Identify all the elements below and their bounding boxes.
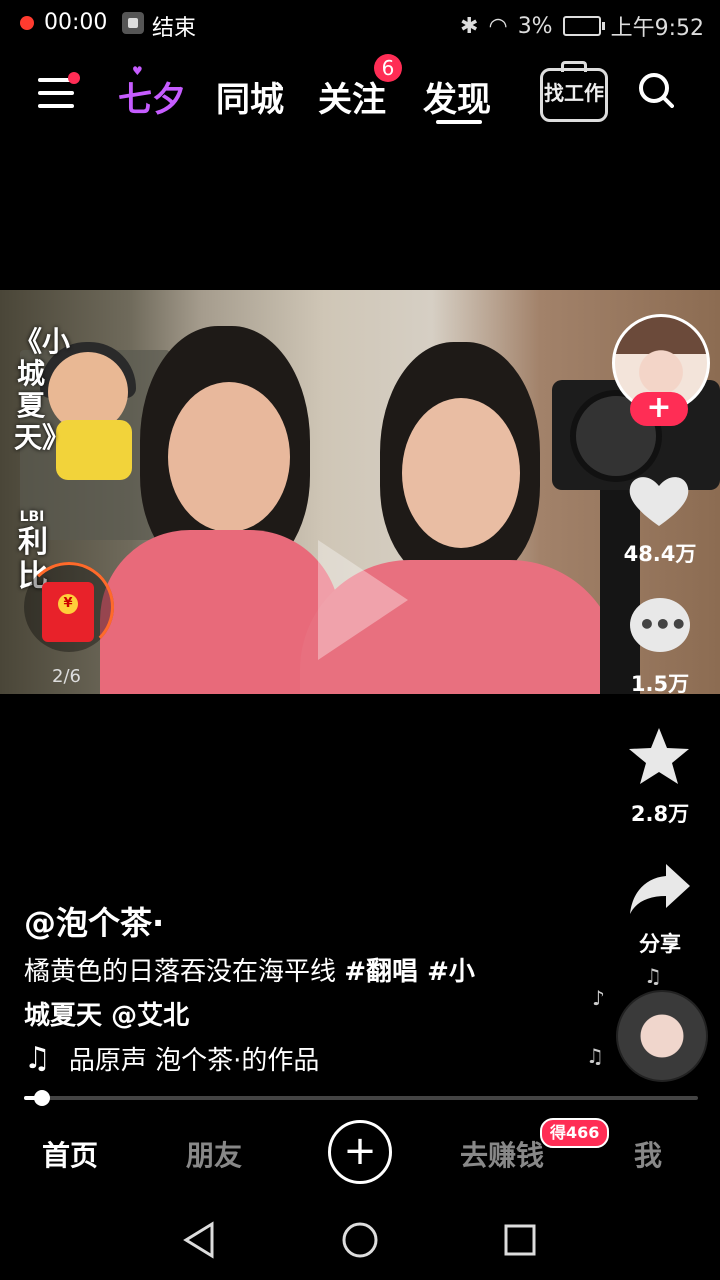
back-icon[interactable]: [183, 1221, 214, 1259]
tab-friends[interactable]: 朋友: [186, 1134, 242, 1174]
hashtag-xiaocheng-cont[interactable]: 城夏天: [24, 1001, 102, 1031]
music-disc[interactable]: [616, 990, 708, 1082]
video-player[interactable]: 《小城夏天》 LBI 利比 ¥ 2/6: [0, 290, 720, 694]
music-title: 品原声 泡个茶·的作品: [68, 1046, 320, 1076]
favorite-star-icon[interactable]: [626, 726, 692, 786]
play-icon[interactable]: [318, 540, 408, 660]
progress-track[interactable]: [24, 1096, 698, 1100]
tab-guanzhu[interactable]: 关注: [318, 72, 386, 121]
record-time: 00:00: [44, 10, 108, 35]
person-left-face: [168, 382, 290, 532]
find-job-icon[interactable]: 找工作: [540, 61, 608, 122]
recording-dot-icon: [20, 16, 34, 30]
author-name[interactable]: @泡个茶·: [24, 898, 164, 944]
wifi-icon: ◠: [488, 13, 508, 39]
create-button[interactable]: +: [328, 1120, 392, 1184]
menu-notification-dot: [68, 72, 80, 84]
battery-icon: [562, 16, 605, 36]
stop-recording-icon[interactable]: [122, 12, 144, 34]
favorite-count: 2.8万: [630, 802, 690, 826]
tab-qixi[interactable]: 七夕: [118, 72, 186, 121]
tab-home[interactable]: 首页: [42, 1134, 98, 1174]
comment-dots-icon: •••: [638, 608, 688, 641]
clock: 上午9:52: [610, 16, 704, 41]
mention-aibei[interactable]: @艾北: [102, 1001, 189, 1031]
status-bar: 00:00 结束 ✱ ◠ 3% 上午9:52: [0, 0, 720, 48]
comment-count: 1.5万: [630, 672, 690, 696]
hashtag-fanchang[interactable]: #翻唱: [344, 957, 418, 987]
battery-percent: 3%: [517, 13, 553, 39]
song-credit-small: LBI: [19, 509, 45, 525]
music-row[interactable]: ♫ 品原声 泡个茶·的作品: [24, 1040, 319, 1077]
bluetooth-icon: ✱: [460, 13, 479, 39]
following-badge: 6: [374, 54, 402, 82]
stop-recording-label[interactable]: 结束: [152, 10, 196, 42]
tab-me[interactable]: 我: [634, 1134, 662, 1174]
home-icon[interactable]: [342, 1222, 378, 1258]
tab-faxian[interactable]: 发现: [423, 72, 491, 121]
tab-earn[interactable]: 去赚钱: [460, 1134, 544, 1174]
video-caption: 橘黄色的日落吞没在海平线 #翻唱 #小城夏天 @艾北: [24, 950, 544, 1038]
top-nav: ♥ 七夕 同城 关注 6 发现 找工作: [0, 54, 720, 130]
active-tab-indicator: [436, 120, 482, 124]
like-count: 48.4万: [623, 542, 697, 566]
music-note-icon: ♪: [592, 986, 605, 1010]
song-title-vertical: 《小城夏天》: [14, 325, 71, 454]
share-arrow-icon[interactable]: [626, 860, 692, 920]
status-icons: ✱ ◠ 3% 上午9:52: [460, 10, 704, 42]
progress-knob[interactable]: [34, 1090, 50, 1106]
person-right-face: [402, 398, 520, 548]
music-note-icon: ♫: [24, 1041, 51, 1076]
music-note-icon: ♫: [586, 1044, 604, 1068]
search-icon[interactable]: [638, 72, 674, 108]
tab-tongcheng[interactable]: 同城: [216, 72, 284, 121]
music-note-icon: ♫: [644, 964, 662, 988]
caption-text: 橘黄色的日落吞没在海平线: [24, 957, 345, 987]
hashtag-xiaocheng[interactable]: #小: [418, 957, 475, 987]
recents-icon[interactable]: [504, 1224, 536, 1256]
like-heart-icon[interactable]: [626, 470, 692, 530]
system-nav-bar: [183, 1221, 536, 1259]
share-label: 分享: [639, 932, 681, 956]
yuan-coin-icon: ¥: [58, 594, 78, 614]
redpacket-progress: 2/6: [52, 666, 81, 687]
earn-badge: 得466: [540, 1118, 610, 1148]
menu-icon[interactable]: [38, 78, 74, 108]
follow-button[interactable]: +: [630, 392, 688, 426]
